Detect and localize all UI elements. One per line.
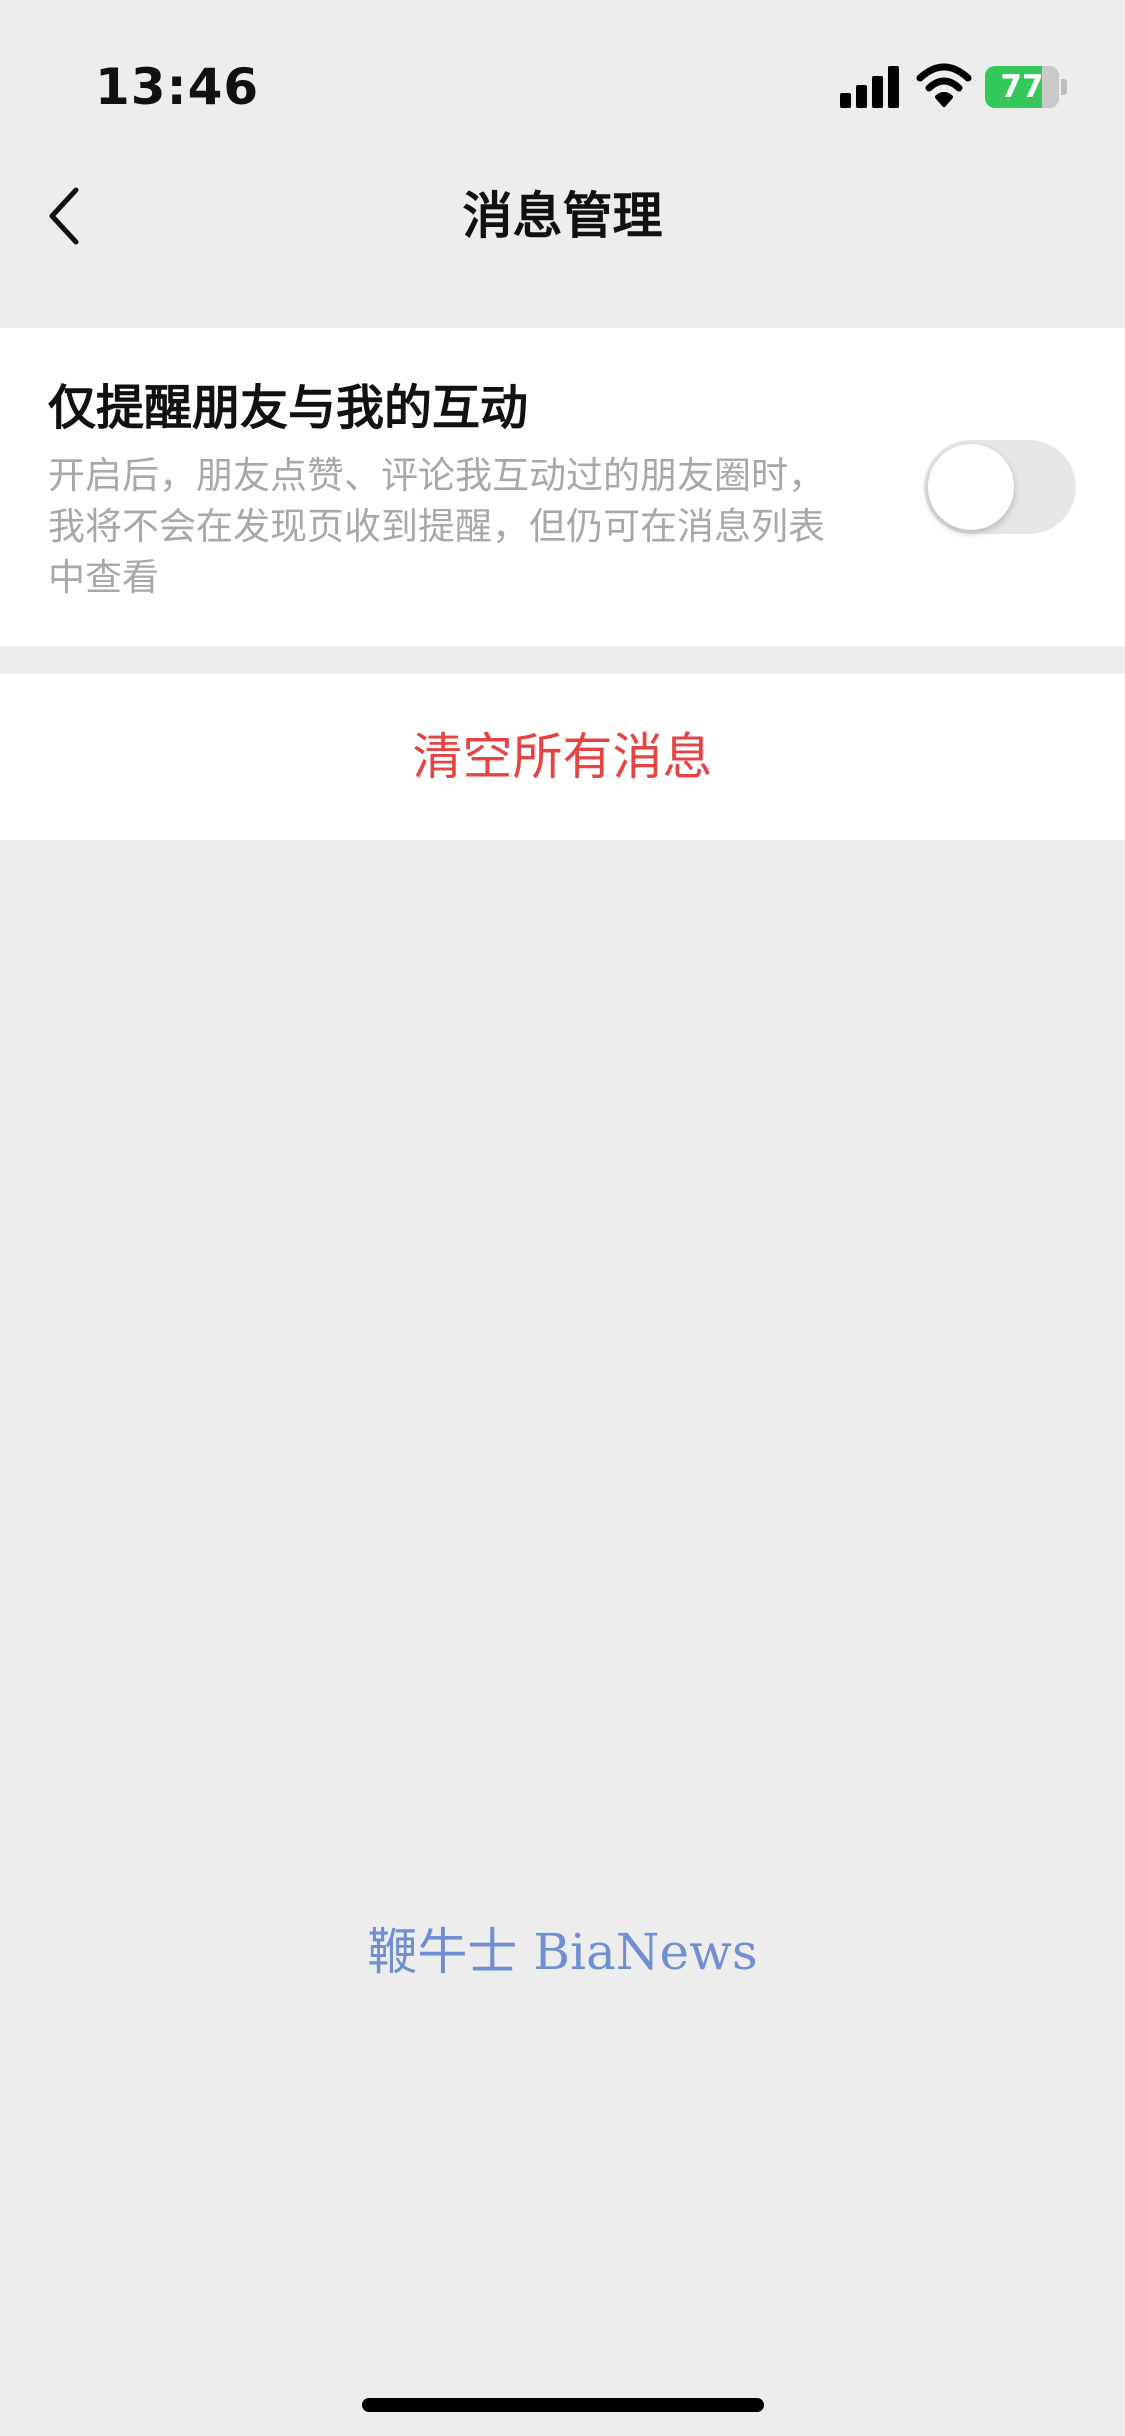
setting-card: 仅提醒朋友与我的互动 开启后，朋友点赞、评论我互动过的朋友圈时，我将不会在发现页… bbox=[0, 328, 1125, 646]
wifi-icon bbox=[916, 63, 972, 107]
setting-title: 仅提醒朋友与我的互动 bbox=[48, 380, 529, 436]
home-indicator bbox=[362, 2398, 764, 2412]
nav-bar: 消息管理 bbox=[0, 160, 1125, 270]
signal-bars-icon bbox=[840, 66, 900, 108]
page-title: 消息管理 bbox=[462, 187, 663, 245]
battery-icon: 77 bbox=[985, 66, 1067, 108]
status-time: 13:46 bbox=[95, 58, 260, 116]
clear-all-messages-label: 清空所有消息 bbox=[412, 728, 713, 786]
toggle-knob bbox=[928, 444, 1014, 530]
notify-friends-only-toggle[interactable] bbox=[924, 440, 1076, 534]
clear-all-messages-button[interactable]: 清空所有消息 bbox=[0, 674, 1125, 840]
status-bar: 13:46 77 bbox=[0, 0, 1125, 160]
setting-description: 开启后，朋友点赞、评论我互动过的朋友圈时，我将不会在发现页收到提醒，但仍可在消息… bbox=[48, 454, 825, 599]
watermark-logo: 鞭牛士 BiaNews bbox=[367, 1923, 758, 1981]
battery-level: 77 bbox=[1000, 69, 1044, 105]
